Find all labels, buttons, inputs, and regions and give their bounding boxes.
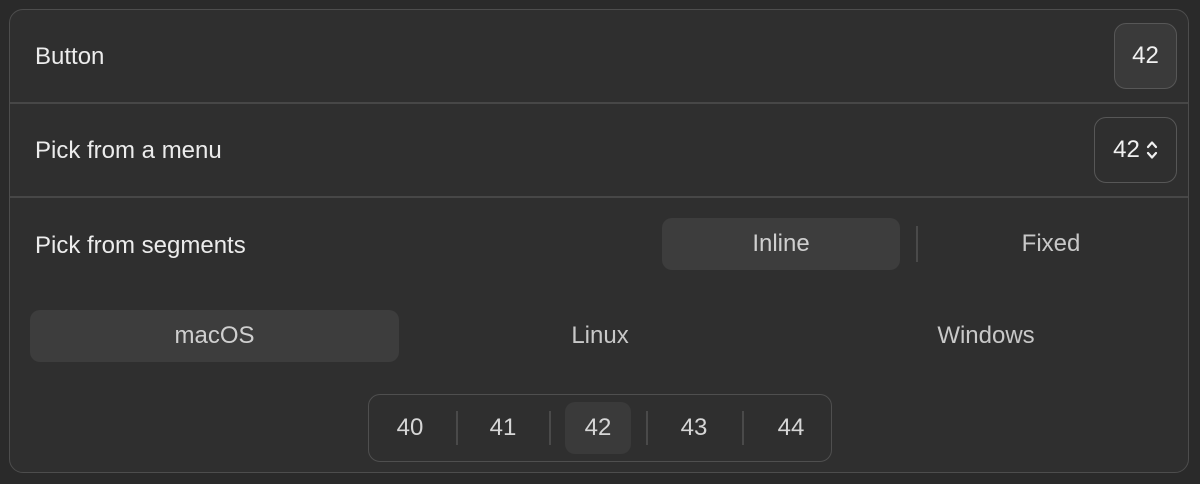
segment-windows[interactable]: Windows [801,310,1171,362]
segment-inline-label: Inline [752,230,810,257]
segment-40-label: 40 [396,414,424,441]
style-segmented-control: Inline Fixed [662,218,1182,270]
segment-macos[interactable]: macOS [30,310,399,362]
menu-picker-value: 42 [1113,136,1140,163]
value-button-label: 42 [1132,42,1159,69]
row-menu: Pick from a menu 42 [10,104,1188,198]
segment-fixed[interactable]: Fixed [932,218,1170,270]
segment-41[interactable]: 41 [470,402,536,454]
segment-44-label: 44 [777,414,805,441]
segment-separator [916,226,918,262]
segment-42[interactable]: 42 [565,402,631,454]
segment-separator [549,411,551,445]
segment-windows-label: Windows [937,322,1035,349]
segment-fixed-label: Fixed [1021,230,1081,257]
row-button: Button 42 [10,10,1188,104]
os-segmented-control: macOS Linux Windows [30,310,1170,362]
segment-43[interactable]: 43 [661,402,727,454]
button-row-label: Button [35,43,105,70]
segment-44[interactable]: 44 [758,402,824,454]
segment-41-label: 41 [489,414,517,441]
segment-macos-label: macOS [174,322,255,349]
segments-row-label: Pick from segments [35,232,246,259]
segment-linux-label: Linux [571,322,629,349]
segment-inline[interactable]: Inline [662,218,900,270]
segment-separator [456,411,458,445]
chevron-up-down-icon [1146,139,1158,161]
segment-linux[interactable]: Linux [415,310,785,362]
value-button[interactable]: 42 [1114,23,1177,89]
segment-43-label: 43 [680,414,708,441]
menu-picker[interactable]: 42 [1094,117,1177,183]
menu-row-label: Pick from a menu [35,137,222,164]
settings-panel: Button 42 Pick from a menu 42 Pick from … [9,9,1189,473]
segment-42-label: 42 [584,414,612,441]
segment-40[interactable]: 40 [377,402,443,454]
number-segmented-control: 40 41 42 43 44 [368,394,832,462]
segment-separator [742,411,744,445]
row-segments: Pick from segments Inline Fixed macOS Li… [10,198,1188,474]
segment-separator [646,411,648,445]
